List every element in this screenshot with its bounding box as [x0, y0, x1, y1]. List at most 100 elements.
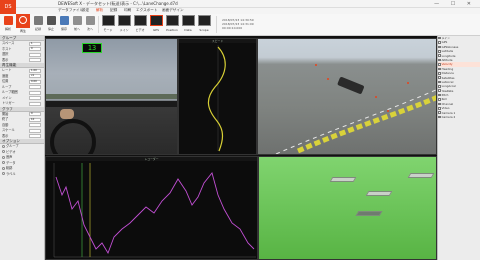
option-row[interactable]: ラベル — [0, 172, 44, 178]
stop-label: 停止 — [47, 27, 54, 31]
checkbox-icon[interactable] — [438, 67, 441, 71]
channel-label: GPSGlonass — [441, 44, 459, 49]
prop-value[interactable] — [29, 134, 41, 139]
radio-icon[interactable] — [2, 144, 5, 148]
ribbon-separator — [98, 16, 99, 33]
menu-item-record[interactable]: 記録 — [110, 8, 117, 13]
prop-value[interactable] — [29, 128, 41, 133]
app-window: DEWESoft X - データセット(転送)表示 - C:\...\LaneC… — [0, 0, 480, 260]
menu-item-export[interactable]: エクスポート — [136, 8, 157, 13]
overhead-camera-pane[interactable] — [257, 38, 437, 155]
prop-label: 位置 — [2, 79, 9, 83]
position-thumbnail[interactable] — [166, 15, 179, 26]
prop-value[interactable]: 0.00 — [29, 79, 41, 84]
prop-value[interactable] — [29, 101, 41, 106]
video-thumbnail[interactable] — [134, 15, 147, 26]
prop-value[interactable] — [29, 85, 41, 90]
lane-marking-white — [275, 89, 436, 154]
analysis-icon — [3, 16, 13, 25]
radio-icon[interactable] — [2, 172, 5, 175]
data-thumbnail[interactable] — [182, 15, 195, 26]
app-logo[interactable]: DS — [0, 0, 16, 14]
channel-label: Latitude — [441, 49, 454, 54]
prop-value[interactable]: x1 — [29, 74, 41, 79]
horizon-treeline — [46, 94, 177, 99]
checkbox-icon[interactable] — [438, 49, 441, 53]
checkbox-icon[interactable] — [438, 89, 441, 93]
checkbox-icon[interactable] — [438, 36, 441, 40]
checkbox-icon[interactable] — [438, 85, 441, 88]
recorder-graph-svg — [53, 163, 256, 258]
checkbox-icon[interactable] — [438, 63, 441, 66]
previous-label: 前へ — [73, 27, 80, 31]
checkbox-icon[interactable] — [438, 58, 441, 62]
prop-value[interactable]: 0 — [29, 112, 41, 117]
window-controls[interactable]: — ☐ ✕ — [434, 1, 476, 7]
channel-label: Distance — [441, 71, 454, 76]
radio-icon[interactable] — [2, 155, 5, 159]
channel-label: LatAccel — [441, 79, 454, 84]
radio-icon[interactable] — [2, 161, 5, 164]
menu-item-print[interactable]: 印刷 — [124, 8, 131, 13]
prop-value[interactable]: 0 — [29, 47, 41, 52]
channel-item[interactable]: Camera 2 — [438, 115, 480, 119]
prop-row[interactable]: トリガー — [0, 101, 44, 107]
speed-readout: 13 — [82, 43, 102, 53]
time-info: 2018/07/23 14:30:59 2018/07/23 14:31:09 … — [222, 18, 254, 30]
checkbox-icon[interactable] — [438, 115, 441, 119]
gps-thumbnail[interactable] — [150, 15, 163, 26]
radio-icon[interactable] — [2, 166, 5, 170]
scope-thumbnail[interactable] — [198, 15, 211, 26]
prop-value[interactable] — [29, 96, 41, 101]
menu-item-screen-design[interactable]: 画面デザイン — [162, 8, 184, 13]
checkbox-icon[interactable] — [438, 76, 441, 79]
prop-value[interactable] — [29, 90, 41, 95]
prop-value[interactable]: 10 — [29, 117, 41, 122]
record-button[interactable]: 記録 — [31, 15, 45, 34]
checkbox-icon[interactable] — [438, 102, 441, 106]
checkbox-icon[interactable] — [438, 93, 441, 97]
prop-label: 自動 — [2, 122, 9, 127]
checkbox-icon[interactable] — [438, 107, 441, 110]
speed-trace-pane[interactable]: スピード — [178, 38, 257, 155]
option-label: ビデオ — [6, 149, 16, 154]
play-icon — [19, 16, 27, 24]
checkbox-icon[interactable] — [438, 45, 441, 49]
next-label: 次へ — [86, 27, 93, 31]
play-button[interactable]: 再生 — [16, 14, 30, 33]
main-thumbnail[interactable] — [118, 15, 131, 26]
prop-label: 開始 — [2, 111, 9, 116]
menu-item-settings[interactable]: 設定 — [82, 8, 89, 13]
prop-value[interactable]: 1.00 — [29, 68, 41, 73]
analysis-label: 解析 — [4, 27, 11, 31]
cockpit-video-pane[interactable]: 13 — [45, 38, 178, 155]
prop-value[interactable] — [29, 58, 41, 63]
option-label: データ — [6, 160, 16, 165]
menu-item-file[interactable]: データファイル — [58, 8, 83, 13]
next-button[interactable]: 次へ — [83, 15, 97, 34]
checkbox-icon[interactable] — [438, 41, 441, 44]
prop-value[interactable] — [29, 52, 41, 57]
menu-item-analysis[interactable]: 解析 — [96, 8, 103, 13]
checkbox-icon[interactable] — [438, 111, 441, 115]
checkbox-icon[interactable] — [438, 54, 441, 57]
recorder-graph-pane[interactable]: レコーダー — [45, 156, 258, 260]
save-button[interactable]: 保存 — [57, 15, 71, 34]
checkbox-icon[interactable] — [438, 80, 441, 84]
prop-row[interactable]: 表示 — [0, 134, 44, 140]
previous-button[interactable]: 前へ — [70, 15, 84, 34]
prop-value[interactable] — [29, 123, 41, 128]
mode-thumbnail[interactable] — [102, 15, 115, 26]
analysis-button[interactable]: 解析 — [1, 15, 15, 34]
data-thumbnail-label: Data — [184, 28, 192, 32]
checkbox-icon[interactable] — [438, 71, 441, 75]
stop-button[interactable]: 停止 — [44, 15, 58, 34]
prop-value[interactable]: 1 — [29, 41, 41, 46]
mode-thumbnail-label: モード — [103, 28, 113, 32]
time-duration: 00:00:10.000 — [222, 26, 243, 30]
prop-row[interactable]: 表示 — [0, 58, 44, 64]
checkbox-icon[interactable] — [438, 98, 441, 101]
channel-label: Heading — [441, 66, 454, 71]
3d-scene-pane[interactable] — [258, 156, 437, 260]
radio-icon[interactable] — [2, 150, 5, 153]
